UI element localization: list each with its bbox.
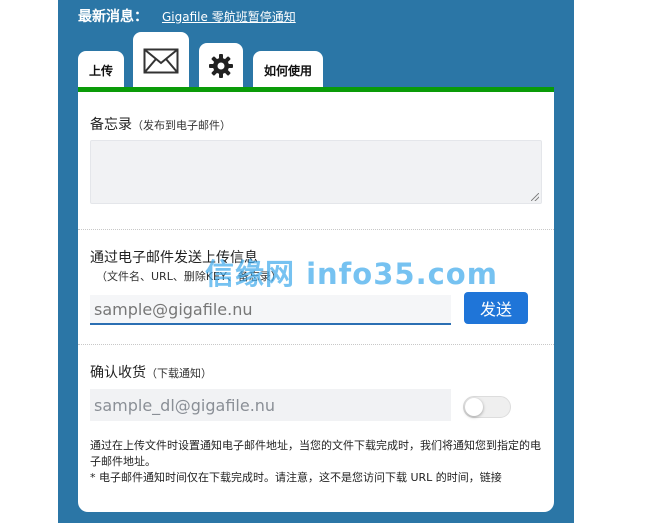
email-panel: 备忘录（发布到电子邮件） 通过电子邮件发送上传信息 （文件名、URL、删除KEY… xyxy=(78,92,554,512)
tab-upload[interactable]: 上传 xyxy=(78,51,124,89)
news-link[interactable]: Gigafile 零航班暂停通知 xyxy=(162,8,296,25)
confirm-title-text: 确认收货 xyxy=(90,365,146,381)
description-line-1: 通过在上传文件时设置通知电子邮件地址，当您的文件下载完成时，我们将通知您到指定的… xyxy=(90,439,541,468)
note-textarea[interactable] xyxy=(90,140,542,204)
envelope-icon xyxy=(143,48,179,74)
note-subtitle: （发布到电子邮件） xyxy=(132,119,231,132)
section-divider xyxy=(78,229,554,230)
description-text: 通过在上传文件时设置通知电子邮件地址，当您的文件下载完成时，我们将通知您到指定的… xyxy=(90,438,546,486)
tab-upload-label: 上传 xyxy=(88,63,113,78)
notify-email-input[interactable]: sample@gigafile.nu xyxy=(90,295,451,325)
news-label: 最新消息： xyxy=(78,9,148,25)
tab-help[interactable]: 如何使用 xyxy=(253,51,323,89)
tab-settings[interactable] xyxy=(199,43,243,89)
note-title-text: 备忘录 xyxy=(90,117,132,133)
toggle-knob xyxy=(465,398,483,416)
download-email-placeholder: sample_dl@gigafile.nu xyxy=(94,395,276,415)
tab-help-label: 如何使用 xyxy=(263,63,312,78)
download-notify-toggle[interactable] xyxy=(463,396,511,418)
tab-email[interactable] xyxy=(133,32,189,90)
description-line-2: * 电子邮件通知时间仅在下载完成时。请注意，这不是您访问下载 URL 的时间，链… xyxy=(90,471,502,484)
download-email-input[interactable]: sample_dl@gigafile.nu xyxy=(90,389,451,421)
section-divider xyxy=(78,344,554,345)
confirm-subtitle: （下载通知） xyxy=(146,367,212,380)
notify-email-placeholder: sample@gigafile.nu xyxy=(94,299,253,319)
news-bar: 最新消息： Gigafile 零航班暂停通知 xyxy=(78,6,296,26)
send-title: 通过电子邮件发送上传信息 xyxy=(90,250,258,266)
confirm-title: 确认收货（下载通知） xyxy=(90,362,212,382)
resize-handle[interactable] xyxy=(531,193,539,201)
gear-icon xyxy=(209,54,233,78)
note-title: 备忘录（发布到电子邮件） xyxy=(90,114,231,134)
send-button[interactable]: 发送 xyxy=(464,292,528,324)
send-subtitle: （文件名、URL、删除KEY、备忘录） xyxy=(96,270,282,283)
